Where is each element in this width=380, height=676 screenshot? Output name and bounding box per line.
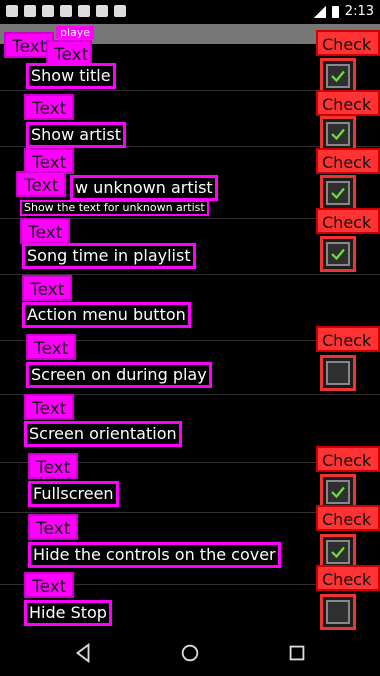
check-tag: Check: [316, 148, 380, 174]
notification-icon: [78, 5, 90, 17]
check-tag: Check: [316, 446, 380, 472]
check-tag: Check: [316, 90, 380, 116]
status-time: 2:13: [344, 4, 374, 19]
checkbox-show-title[interactable]: [320, 58, 356, 94]
checkbox-show-artist[interactable]: [320, 116, 356, 152]
check-tag: Check: [316, 565, 380, 591]
back-icon[interactable]: [72, 642, 94, 664]
notification-icon: [24, 5, 36, 17]
notification-icon: [60, 5, 72, 17]
notification-icon: [6, 5, 18, 17]
checkbox-box: [326, 122, 350, 146]
notification-icon: [114, 5, 126, 17]
checkmark-icon: [331, 248, 345, 261]
text-tag: Text: [24, 394, 75, 420]
setting-label: Show artist: [26, 122, 126, 148]
checkbox-box: [326, 361, 350, 385]
navigation-bar: [0, 630, 380, 676]
setting-label: w unknown artist: [70, 175, 218, 201]
text-tag: Text: [28, 514, 79, 540]
setting-label: Screen on during play: [26, 362, 212, 388]
checkmark-icon: [331, 486, 345, 499]
app-title: playe: [56, 26, 95, 39]
checkbox-screen-on[interactable]: [320, 355, 356, 391]
text-tag: Text: [28, 453, 79, 479]
checkmark-icon: [331, 128, 345, 141]
text-tag: Text: [22, 275, 73, 301]
setting-label: Fullscreen: [28, 481, 119, 507]
checkmark-icon: [331, 70, 345, 83]
checkbox-song-time[interactable]: [320, 236, 356, 272]
check-tag: Check: [316, 208, 380, 234]
setting-label: Show title: [26, 63, 116, 89]
setting-label: Song time in playlist: [22, 243, 196, 269]
checkbox-hide-stop[interactable]: [320, 594, 356, 630]
checkbox-box: [326, 540, 350, 564]
setting-label: Screen orientation: [24, 421, 182, 447]
status-bar: 2:13: [0, 0, 380, 24]
notification-icon: [96, 5, 108, 17]
text-tag: Text: [16, 171, 67, 197]
checkbox-box: [326, 181, 350, 205]
text-tag: Text: [24, 572, 75, 598]
setting-label: Action menu button: [22, 302, 191, 328]
checkbox-box: [326, 64, 350, 88]
signal-icon: [313, 5, 326, 18]
checkbox-box: [326, 480, 350, 504]
checkbox-box: [326, 242, 350, 266]
setting-label: Hide Stop: [24, 600, 112, 626]
setting-label: Hide the controls on the cover: [28, 542, 281, 568]
check-tag: Check: [316, 30, 380, 56]
battery-icon: [331, 5, 339, 18]
recent-apps-icon[interactable]: [286, 642, 308, 664]
notification-icon: [42, 5, 54, 17]
home-icon[interactable]: [179, 642, 201, 664]
checkbox-unknown-artist[interactable]: [320, 175, 356, 211]
notification-icons: [6, 5, 126, 17]
text-tag: Text: [20, 218, 71, 244]
checkbox-box: [326, 600, 350, 624]
checkmark-icon: [331, 546, 345, 559]
setting-summary: Show the text for unknown artist: [20, 200, 209, 216]
text-tag: Text: [26, 334, 77, 360]
checkmark-icon: [331, 187, 345, 200]
check-tag: Check: [316, 326, 380, 352]
check-tag: Check: [316, 505, 380, 531]
text-tag: Text: [24, 94, 75, 120]
